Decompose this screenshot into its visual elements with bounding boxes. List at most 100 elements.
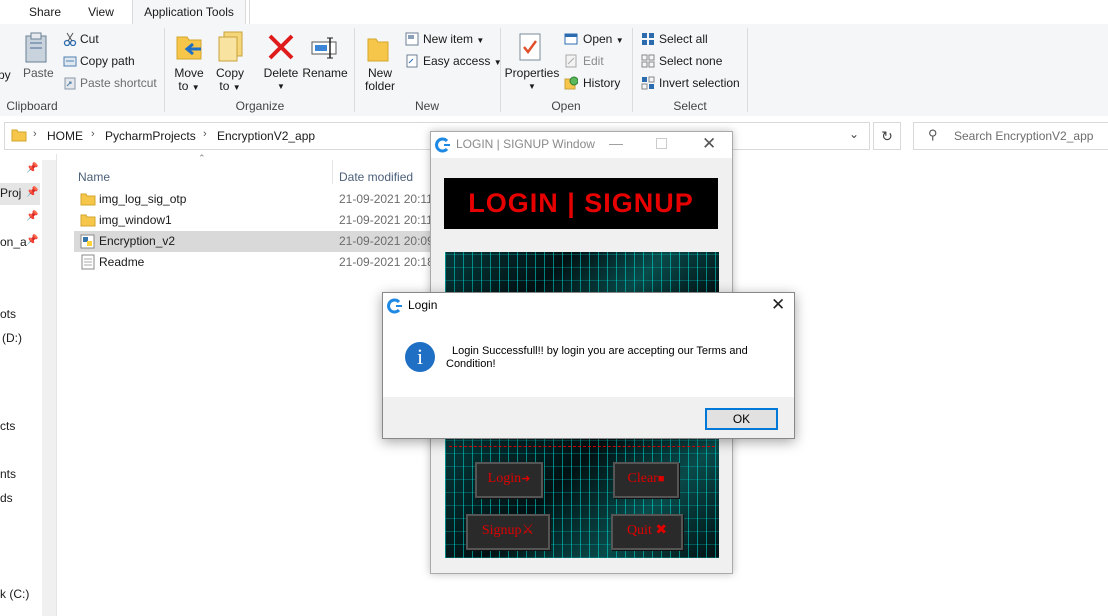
group-label-clipboard: Clipboard — [6, 99, 58, 113]
address-dropdown-icon[interactable]: ⌄ — [849, 127, 859, 141]
quit-button[interactable]: Quit ✖ — [611, 514, 683, 550]
move-to-label-line2: to ▼ — [172, 80, 206, 94]
file-row[interactable]: img_window1 21-09-2021 20:11 — [74, 210, 433, 231]
select-none-icon — [641, 54, 655, 68]
select-all-icon — [641, 32, 655, 46]
invert-selection-button[interactable]: Invert selection — [659, 76, 740, 90]
nav-item-drive-d[interactable]: (D:) — [2, 331, 22, 345]
file-date: 21-09-2021 20:18 — [339, 255, 434, 269]
refresh-icon[interactable]: ↻ — [873, 122, 901, 150]
group-label-select: Select — [673, 99, 707, 113]
nav-item-drive-c[interactable]: k (C:) — [0, 587, 29, 601]
easy-access-button[interactable]: Easy access ▼ — [423, 54, 502, 68]
paste-shortcut-button[interactable]: Paste shortcut — [80, 76, 157, 90]
text-file-icon — [81, 254, 95, 270]
properties-label: Properties — [504, 66, 560, 80]
close-icon[interactable]: ✕ — [702, 134, 716, 154]
close-icon[interactable]: ✕ — [771, 295, 785, 315]
chevron-down-icon: ▼ — [615, 36, 624, 45]
nav-item-encryption-app[interactable]: on_a — [0, 235, 27, 249]
chevron-down-icon: ▼ — [232, 83, 241, 92]
clear-button[interactable]: Clear■ — [613, 462, 679, 498]
cut-icon — [63, 32, 77, 47]
ribbon: py Paste Cut Copy path Paste shortcut Cl… — [0, 24, 1108, 117]
move-to-button[interactable]: Move to ▼ — [172, 67, 206, 94]
open-button[interactable]: Open ▼ — [583, 32, 624, 46]
file-date: 21-09-2021 20:11 — [339, 213, 433, 227]
edit-button[interactable]: Edit — [583, 54, 604, 68]
tab-share[interactable]: Share — [22, 0, 68, 24]
dialog-title: Login — [408, 298, 438, 312]
pin-icon[interactable]: 📌 — [26, 187, 38, 198]
login-button-label: Login — [487, 471, 522, 486]
edit-icon — [564, 54, 578, 68]
history-button[interactable]: History — [583, 76, 620, 90]
pin-icon[interactable]: 📌 — [26, 235, 38, 246]
copy-path-button[interactable]: Copy path — [80, 54, 135, 68]
group-separator — [747, 28, 748, 112]
copy-button-partial[interactable]: py — [0, 68, 11, 82]
breadcrumb-item-encryptionv2-app[interactable]: EncryptionV2_app — [217, 129, 315, 143]
properties-button[interactable]: Properties ▼ — [504, 67, 560, 93]
chevron-right-icon: › — [33, 128, 37, 140]
tab-view[interactable]: View — [78, 0, 124, 24]
minimize-icon[interactable]: — — [609, 135, 623, 151]
app-feather-icon — [435, 137, 451, 153]
nav-item-documents[interactable]: nts — [0, 467, 16, 481]
open-icon — [564, 32, 578, 46]
paste-button[interactable]: Paste — [23, 66, 54, 80]
login-button[interactable]: Login➜ — [475, 462, 543, 498]
cut-button[interactable]: Cut — [80, 32, 99, 46]
pin-icon[interactable]: 📌 — [26, 211, 38, 222]
window-title: LOGIN | SIGNUP Window — [456, 137, 595, 151]
file-date: 21-09-2021 20:09 — [339, 234, 434, 248]
file-row[interactable]: img_log_sig_otp 21-09-2021 20:11 — [74, 189, 433, 210]
column-divider[interactable] — [332, 160, 333, 184]
nav-scrollbar[interactable] — [42, 160, 56, 616]
rename-icon — [310, 36, 340, 62]
select-all-button[interactable]: Select all — [659, 32, 708, 46]
pin-icon[interactable]: 📌 — [26, 163, 38, 174]
copy-to-icon — [216, 30, 246, 64]
chevron-right-icon: › — [91, 128, 95, 140]
breadcrumb-item-home[interactable]: HOME — [47, 129, 83, 143]
select-none-button[interactable]: Select none — [659, 54, 722, 68]
nav-item-screenshots[interactable]: ots — [0, 307, 16, 321]
clear-button-label: Clear — [627, 471, 658, 486]
signup-button[interactable]: Signup⚔ — [466, 514, 550, 550]
circuit-background — [445, 252, 719, 294]
dialog-message: Login Successfull!! by login you are acc… — [446, 345, 786, 371]
easy-access-label: Easy access — [423, 54, 491, 68]
nav-item-objects[interactable]: cts — [0, 419, 15, 433]
group-separator — [632, 28, 633, 112]
move-to-icon — [175, 31, 205, 63]
delete-button[interactable]: Delete ▼ — [262, 67, 300, 93]
ribbon-tab-bar: Share View Application Tools — [0, 0, 1108, 26]
folder-icon — [80, 192, 96, 206]
file-row-selected[interactable]: Encryption_v2 21-09-2021 20:09 — [74, 231, 434, 252]
new-item-button[interactable]: New item ▼ — [423, 32, 484, 46]
window-titlebar[interactable]: LOGIN | SIGNUP Window — ✕ — [431, 132, 732, 158]
copy-to-button[interactable]: Copy to ▼ — [213, 67, 247, 94]
file-row[interactable]: Readme 21-09-2021 20:18 — [74, 252, 434, 273]
dialog-message-line1: Login Successfull!! by login you are acc… — [452, 345, 748, 357]
maximize-icon[interactable] — [656, 138, 667, 149]
rename-button[interactable]: Rename — [302, 67, 348, 80]
ok-button[interactable]: OK — [705, 408, 778, 430]
signup-button-label: Signup — [481, 523, 522, 538]
chevron-down-icon: ▼ — [476, 36, 485, 45]
login-message-dialog: Login ✕ i Login Successfull!! by login y… — [382, 292, 795, 439]
tab-application-tools[interactable]: Application Tools — [132, 0, 246, 26]
nav-item-project[interactable]: Proj — [0, 186, 21, 200]
copy-to-label-line2: to ▼ — [213, 80, 247, 94]
search-input[interactable]: ⚲ Search EncryptionV2_app — [913, 122, 1108, 150]
nav-item-downloads[interactable]: ds — [0, 491, 13, 505]
search-placeholder: Search EncryptionV2_app — [954, 129, 1094, 143]
column-header-date-modified[interactable]: Date modified — [339, 170, 413, 184]
column-header-name[interactable]: Name — [78, 170, 110, 184]
breadcrumb-item-pycharmprojects[interactable]: PycharmProjects — [105, 129, 196, 143]
new-folder-button[interactable]: New folder — [360, 67, 400, 93]
new-item-label: New item — [423, 32, 474, 46]
chevron-down-icon: ▼ — [191, 83, 200, 92]
quit-button-label: Quit — [626, 523, 652, 538]
